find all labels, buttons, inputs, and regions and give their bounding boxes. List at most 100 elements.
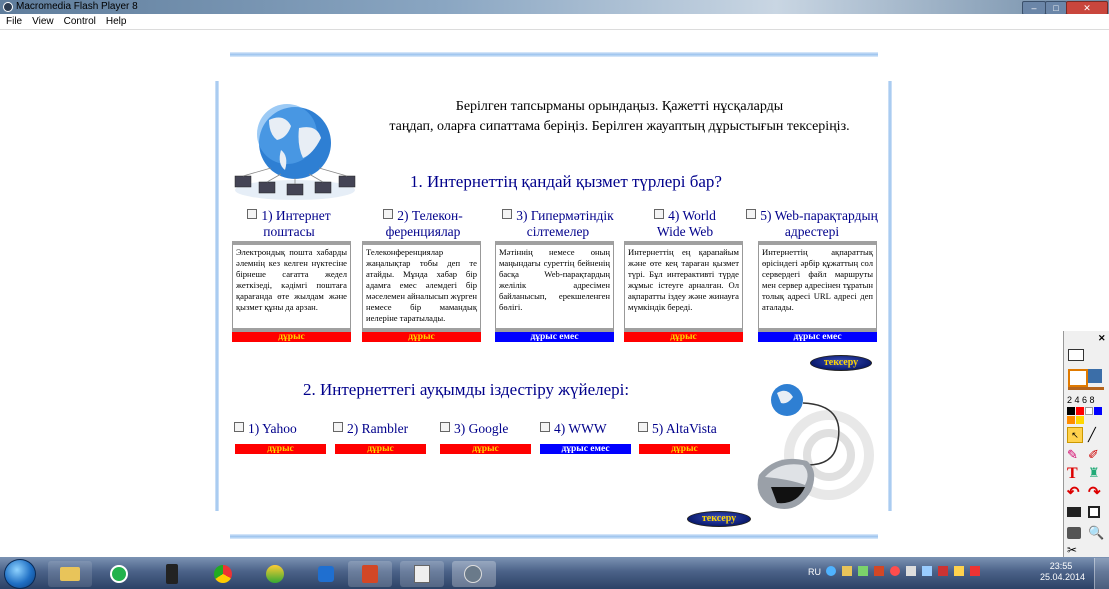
question-1-title: 1. Интернеттің қандай қызмет түрлері бар… (410, 172, 722, 191)
checkbox[interactable] (247, 209, 258, 219)
q2-option-5[interactable]: 5) AltaVista (638, 421, 730, 437)
color-black[interactable] (1067, 407, 1075, 415)
whiteboard-icon[interactable] (1088, 506, 1100, 518)
checkbox[interactable] (333, 422, 343, 432)
checkbox[interactable] (234, 422, 244, 432)
q1-check-button[interactable]: тексеру (810, 355, 872, 371)
color-white[interactable] (1085, 407, 1093, 415)
screen-icon[interactable] (1068, 369, 1088, 387)
clock[interactable]: 23:55 25.04.2014 (1040, 561, 1086, 583)
q1-result-1: дұрыс (232, 332, 351, 342)
line-width-numbers[interactable]: 2 4 6 8 (1067, 395, 1095, 405)
camera-icon[interactable] (1067, 527, 1081, 539)
q1-description-5: Интернеттің ақпараттық өрісіндегі әрбір … (758, 241, 877, 332)
q1-result-4: дұрыс (624, 332, 743, 342)
color-red[interactable] (1076, 407, 1084, 415)
q2-result-2: дұрыс (335, 444, 426, 454)
taskbar-toolbox-icon[interactable] (400, 561, 444, 587)
q1-option-3[interactable]: 3) Гипермәтіндік сілтемелер (494, 208, 622, 240)
q2-option-1[interactable]: 1) Yahoo (234, 421, 326, 437)
marker-icon[interactable]: ✎ (1067, 447, 1078, 463)
flash-player-icon (3, 2, 13, 12)
text-icon[interactable]: T (1067, 465, 1078, 483)
flag-icon[interactable] (970, 566, 980, 576)
bottom-divider (230, 534, 878, 539)
pointer-icon[interactable]: ↖ (1067, 427, 1083, 443)
q1-option-4[interactable]: 4) World Wide Web (624, 208, 746, 240)
menu-file[interactable]: File (6, 16, 22, 27)
taskbar-media-icon[interactable] (254, 561, 298, 587)
fill-icon[interactable]: ♜ (1088, 465, 1100, 481)
redo-icon[interactable]: ↷ (1088, 483, 1101, 501)
zoom-icon[interactable]: 🔍 (1088, 525, 1104, 541)
taskbar-player-icon[interactable] (304, 561, 348, 587)
instructions-line2: таңдап, оларға сипаттама беріңіз. Берілг… (389, 119, 850, 134)
menu-view[interactable]: View (32, 16, 54, 27)
q2-check-button[interactable]: тексеру (687, 511, 751, 527)
pen-icon[interactable]: ╱ (1088, 427, 1096, 443)
menu-help[interactable]: Help (106, 16, 127, 27)
checkbox[interactable] (502, 209, 513, 219)
q1-option-5[interactable]: 5) Web-парақтардың адрестері (736, 208, 888, 240)
line-width-icon[interactable] (1068, 387, 1104, 390)
q2-option-2[interactable]: 2) Rambler (333, 421, 425, 437)
start-button[interactable] (4, 559, 36, 589)
window-icon[interactable] (1088, 369, 1102, 383)
checkbox[interactable] (540, 422, 550, 432)
menu-control[interactable]: Control (64, 16, 96, 27)
color-blue[interactable] (1094, 407, 1102, 415)
maximize-button[interactable]: □ (1045, 1, 1067, 15)
globe-network-image (234, 104, 356, 200)
taskbar-powerpoint-icon[interactable] (348, 561, 392, 587)
clock-date: 25.04.2014 (1040, 572, 1086, 582)
q1-option-1[interactable]: 1) Интернет поштасы (228, 208, 350, 240)
checkbox[interactable] (654, 209, 665, 219)
q1-result-3: дұрыс емес (495, 332, 614, 342)
color-orange[interactable] (1067, 416, 1075, 424)
system-tray-icons[interactable] (826, 566, 1031, 580)
checkbox[interactable] (440, 422, 450, 432)
instructions-line1: Берілген тапсырманы орындаңыз. Қажетті н… (455, 99, 784, 114)
checkbox[interactable] (383, 209, 394, 219)
drawing-toolbox: ✕ 2 4 6 8 ↖ ╱ ✎ ✐ T ♜ ↶ ↷ 🔍 ✂ (1063, 331, 1109, 557)
eraser-icon[interactable]: ✐ (1088, 447, 1099, 463)
toolbox-close-icon[interactable]: ✕ (1098, 333, 1106, 344)
taskbar-explorer-icon[interactable] (48, 561, 92, 587)
show-desktop-button[interactable] (1094, 558, 1109, 589)
q2-result-5: дұрыс (639, 444, 730, 454)
tray-icon[interactable] (874, 566, 884, 576)
menu-icon[interactable] (1068, 349, 1084, 361)
tray-icon[interactable] (938, 566, 948, 576)
tray-icon[interactable] (842, 566, 852, 576)
q1-description-1: Электрондық пошта хабарды әлемнің кез ке… (232, 241, 351, 332)
taskbar-agent-icon[interactable] (98, 561, 142, 587)
checkbox[interactable] (746, 209, 757, 219)
taskbar-flash-icon[interactable] (452, 561, 496, 587)
close-button[interactable]: ✕ (1066, 1, 1108, 15)
tray-icon[interactable] (922, 566, 932, 576)
window-title-bar[interactable]: Macromedia Flash Player 8 – □ ✕ (0, 0, 1109, 15)
q1-result-2: дұрыс (362, 332, 481, 342)
q1-description-2: Телеконференциялар жаңалықтар тобы деп т… (362, 241, 481, 332)
tray-icon[interactable] (826, 566, 836, 576)
menu-bar: File View Control Help (0, 14, 1109, 30)
color-yellow[interactable] (1076, 416, 1084, 424)
taskbar-app-icon[interactable] (150, 561, 194, 587)
taskbar-chrome-icon[interactable] (202, 561, 246, 587)
q2-result-4: дұрыс емес (540, 444, 631, 454)
tray-icon[interactable] (858, 566, 868, 576)
checkbox[interactable] (638, 422, 648, 432)
tools-icon[interactable]: ✂ (1067, 543, 1077, 557)
q2-option-3[interactable]: 3) Google (440, 421, 532, 437)
volume-icon[interactable] (954, 566, 964, 576)
q1-option-2[interactable]: 2) Телекон- ференциялар (364, 208, 482, 240)
screenshot-icon[interactable] (1067, 507, 1081, 517)
minimize-button[interactable]: – (1022, 1, 1046, 15)
top-divider (230, 52, 878, 57)
q2-option-4[interactable]: 4) WWW (540, 421, 632, 437)
computer-mouse-image (737, 375, 880, 523)
undo-icon[interactable]: ↶ (1067, 483, 1080, 501)
tray-icon[interactable] (890, 566, 900, 576)
tray-icon[interactable] (906, 566, 916, 576)
language-indicator[interactable]: RU (808, 567, 821, 577)
